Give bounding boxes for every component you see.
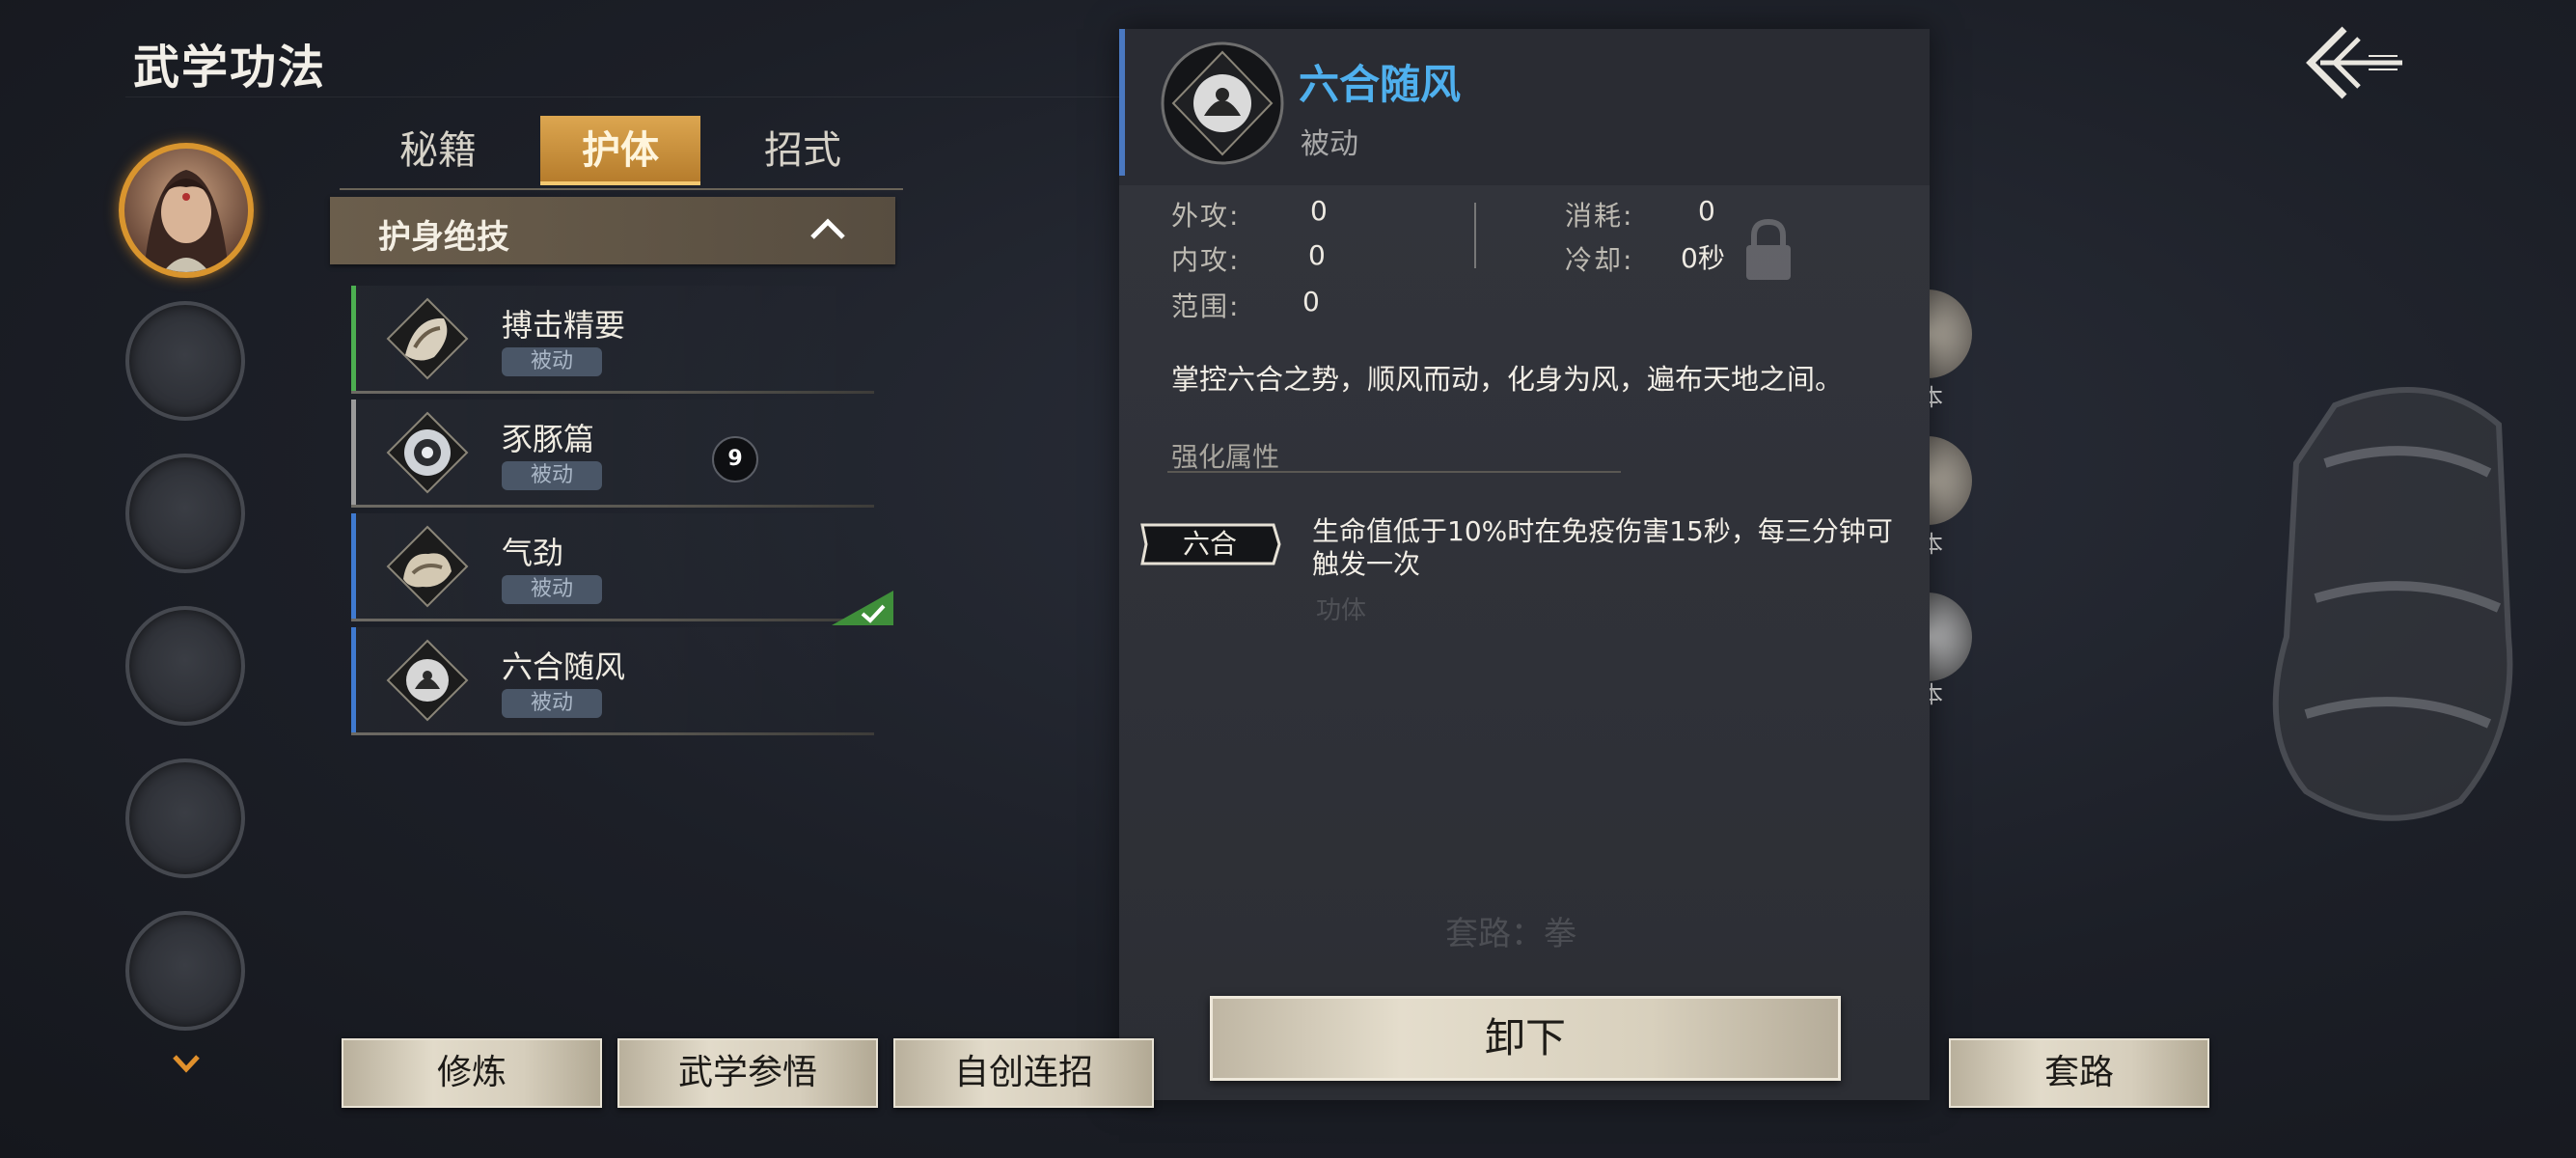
skill-type-badge: 被动 <box>502 689 602 718</box>
tab-divider <box>340 188 903 190</box>
skill-spiral-icon <box>386 411 469 494</box>
stat-outer-attack-label: 外攻: <box>1171 200 1241 232</box>
enhance-description-line: 触发一次 <box>1312 548 1421 580</box>
skill-accent-bar <box>351 400 356 506</box>
skill-type-badge: 被动 <box>502 461 602 490</box>
skill-wind-icon <box>386 639 469 722</box>
stat-range-label: 范围: <box>1171 290 1241 322</box>
skill-name: 搏击精要 <box>502 307 626 344</box>
stat-cooldown-label: 冷却: <box>1565 244 1634 276</box>
character-portrait-icon <box>144 170 229 272</box>
stat-cost-value: 0 <box>1698 195 1715 227</box>
stat-divider <box>1474 203 1476 268</box>
stat-cooldown-value: 0秒 <box>1681 242 1725 274</box>
skill-description: 掌控六合之势，顺风而动，化身为风，遍布天地之间。 <box>1171 363 1844 396</box>
enhance-divider <box>1167 471 1621 473</box>
enhance-description: 生命值低于10%时在免疫伤害15秒，每三分钟可 触发一次 <box>1312 515 1910 581</box>
custom-combo-button[interactable]: 自创连招 <box>893 1038 1154 1108</box>
skill-accent-bar <box>351 627 356 733</box>
skill-type-badge: 被动 <box>502 575 602 604</box>
skill-type-badge: 被动 <box>502 347 602 376</box>
enhance-description-line: 生命值低于10%时在免疫伤害15秒，每三分钟可 <box>1312 515 1893 547</box>
detail-accent-bar <box>1119 29 1125 176</box>
skill-level-badge: 9 <box>712 436 758 482</box>
skill-name: 豕豚篇 <box>502 421 595 457</box>
skill-underline <box>351 505 874 508</box>
martial-insight-button[interactable]: 武学参悟 <box>617 1038 878 1108</box>
skill-item[interactable]: 搏击精要 被动 <box>351 286 874 394</box>
empty-character-slot[interactable] <box>125 758 245 878</box>
equipped-check-icon <box>832 591 893 625</box>
stat-range-value: 0 <box>1302 286 1320 317</box>
detail-skill-type: 被动 <box>1301 127 1358 161</box>
practice-button[interactable]: 修炼 <box>342 1038 602 1108</box>
skill-underline <box>351 732 874 735</box>
empty-character-slot[interactable] <box>125 606 245 726</box>
skill-name: 六合随风 <box>502 648 626 685</box>
stat-cost-label: 消耗: <box>1565 200 1634 232</box>
skill-item[interactable]: 六合随风 被动 <box>351 627 874 735</box>
category-label: 护身绝技 <box>378 218 509 257</box>
skill-accent-bar <box>351 286 356 392</box>
header-divider <box>125 96 1119 97</box>
enhance-section-title: 强化属性 <box>1171 441 1280 473</box>
tab-secret-books[interactable]: 秘籍 <box>357 116 519 185</box>
faded-gongti-label: 功体 <box>1316 596 1367 625</box>
skill-underline <box>351 619 874 621</box>
stat-inner-attack-value: 0 <box>1308 239 1326 271</box>
empty-character-slot[interactable] <box>125 911 245 1031</box>
enhance-tag-label: 六合 <box>1182 528 1237 560</box>
chevron-down-icon[interactable] <box>172 1052 201 1075</box>
skill-item[interactable]: 气劲 被动 <box>351 513 874 621</box>
tab-body-protection[interactable]: 护体 <box>540 116 700 185</box>
skill-boxing-icon <box>386 297 469 380</box>
tab-moves[interactable]: 招式 <box>722 116 884 185</box>
lock-icon <box>1746 218 1791 280</box>
skill-item[interactable]: 豕豚篇 被动 <box>351 400 874 508</box>
skill-qi-icon <box>386 525 469 608</box>
skill-wind-icon <box>1161 41 1284 165</box>
empty-character-slot[interactable] <box>125 454 245 573</box>
route-button[interactable]: 套路 <box>1949 1038 2209 1108</box>
stat-outer-attack-value: 0 <box>1310 195 1328 227</box>
stat-inner-attack-label: 内攻: <box>1171 244 1241 276</box>
empty-character-slot[interactable] <box>125 301 245 421</box>
page-title: 武学功法 <box>133 41 327 95</box>
skill-name: 气劲 <box>502 535 564 571</box>
unload-button-label: 卸下 <box>1484 1014 1566 1062</box>
character-avatar[interactable] <box>119 143 254 278</box>
skill-accent-bar <box>351 513 356 620</box>
skill-underline <box>351 391 874 394</box>
equipment-gauntlet-icon <box>2272 387 2513 821</box>
detail-skill-name: 六合随风 <box>1299 61 1462 108</box>
faded-route-label: 套路：拳 <box>1445 915 1576 953</box>
back-arrow-icon[interactable] <box>2301 19 2407 106</box>
chevron-up-icon[interactable] <box>808 218 847 241</box>
